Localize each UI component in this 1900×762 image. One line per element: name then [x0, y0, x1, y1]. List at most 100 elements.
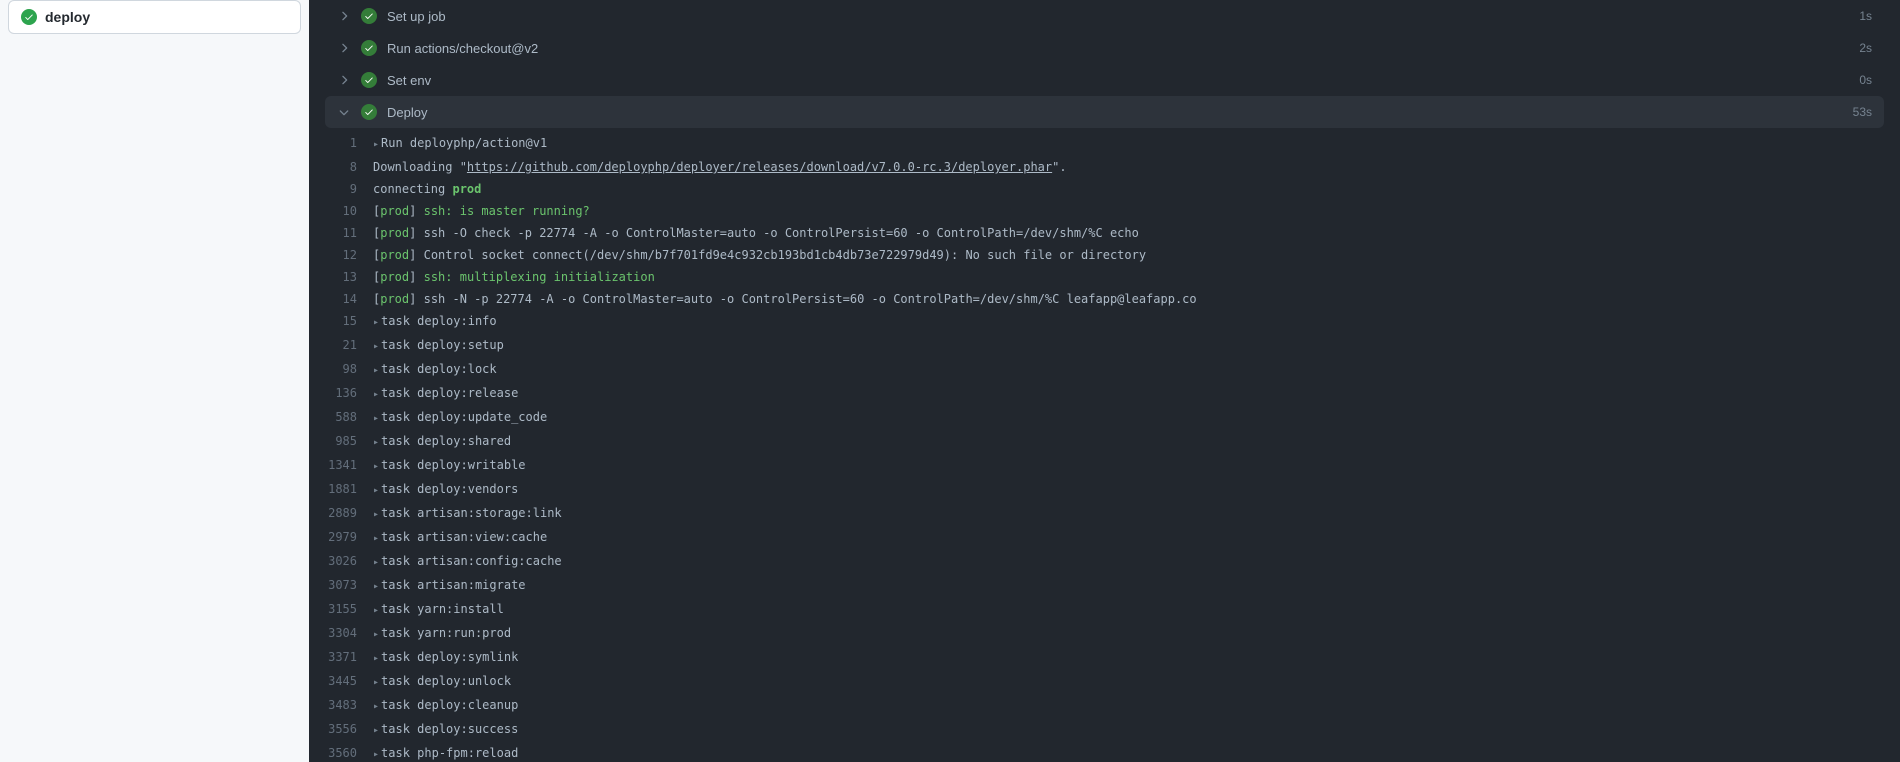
- chevron-right-icon: [337, 73, 351, 87]
- expand-triangle-icon: ▸: [373, 361, 379, 381]
- log-line: 14 [prod] ssh -N -p 22774 -A -o ControlM…: [325, 288, 1884, 310]
- step-duration: 2s: [1859, 41, 1872, 55]
- log-line: 12 [prod] Control socket connect(/dev/sh…: [325, 244, 1884, 266]
- log-line[interactable]: 3026▸task artisan:config:cache: [325, 550, 1884, 574]
- log-line: 11 [prod] ssh -O check -p 22774 -A -o Co…: [325, 222, 1884, 244]
- log-output: 1 ▸Run deployphp/action@v1 8 Downloading…: [325, 128, 1884, 762]
- line-number: 3304: [325, 623, 373, 645]
- log-line[interactable]: 136▸task deploy:release: [325, 382, 1884, 406]
- line-text: [prod] Control socket connect(/dev/shm/b…: [373, 245, 1884, 265]
- line-number: 12: [325, 245, 373, 265]
- line-number: 3371: [325, 647, 373, 669]
- log-line: 10 [prod] ssh: is master running?: [325, 200, 1884, 222]
- success-icon: [21, 9, 37, 25]
- line-text: ▸task artisan:storage:link: [373, 503, 1884, 525]
- log-line: 13 [prod] ssh: multiplexing initializati…: [325, 266, 1884, 288]
- step-duration: 1s: [1859, 9, 1872, 23]
- log-line: 9 connecting prod: [325, 178, 1884, 200]
- line-text: ▸task deploy:success: [373, 719, 1884, 741]
- expand-triangle-icon: ▸: [373, 553, 379, 573]
- line-text: ▸task deploy:setup: [373, 335, 1884, 357]
- line-number: 8: [325, 157, 373, 177]
- line-text: [prod] ssh: multiplexing initialization: [373, 267, 1884, 287]
- log-line[interactable]: 3445▸task deploy:unlock: [325, 670, 1884, 694]
- job-deploy[interactable]: deploy: [8, 0, 301, 34]
- line-text: connecting prod: [373, 179, 1884, 199]
- line-number: 3445: [325, 671, 373, 693]
- log-line[interactable]: 1 ▸Run deployphp/action@v1: [325, 132, 1884, 156]
- log-line[interactable]: 98▸task deploy:lock: [325, 358, 1884, 382]
- expand-triangle-icon: ▸: [373, 481, 379, 501]
- line-text: ▸task deploy:unlock: [373, 671, 1884, 693]
- step-label: Set env: [387, 73, 1849, 88]
- line-text: ▸task deploy:update_code: [373, 407, 1884, 429]
- success-icon: [361, 40, 377, 56]
- log-line[interactable]: 15▸task deploy:info: [325, 310, 1884, 334]
- step-label: Run actions/checkout@v2: [387, 41, 1849, 56]
- line-number: 3155: [325, 599, 373, 621]
- step-deploy[interactable]: Deploy 53s: [325, 96, 1884, 128]
- download-url[interactable]: https://github.com/deployphp/deployer/re…: [467, 160, 1052, 174]
- line-text: ▸Run deployphp/action@v1: [373, 133, 1884, 155]
- log-line[interactable]: 3371▸task deploy:symlink: [325, 646, 1884, 670]
- line-text: ▸task artisan:view:cache: [373, 527, 1884, 549]
- line-number: 98: [325, 359, 373, 381]
- expand-triangle-icon: ▸: [373, 135, 379, 155]
- line-text: [prod] ssh -N -p 22774 -A -o ControlMast…: [373, 289, 1884, 309]
- log-line[interactable]: 3155▸task yarn:install: [325, 598, 1884, 622]
- log-line[interactable]: 588▸task deploy:update_code: [325, 406, 1884, 430]
- log-line[interactable]: 1881▸task deploy:vendors: [325, 478, 1884, 502]
- log-line[interactable]: 3560▸task php-fpm:reload: [325, 742, 1884, 762]
- line-text: ▸task deploy:vendors: [373, 479, 1884, 501]
- log-line[interactable]: 3556▸task deploy:success: [325, 718, 1884, 742]
- expand-triangle-icon: ▸: [373, 625, 379, 645]
- step-set-env[interactable]: Set env 0s: [325, 64, 1884, 96]
- line-number: 14: [325, 289, 373, 309]
- line-text: ▸task deploy:cleanup: [373, 695, 1884, 717]
- line-number: 2889: [325, 503, 373, 525]
- expand-triangle-icon: ▸: [373, 577, 379, 597]
- line-number: 21: [325, 335, 373, 357]
- expand-triangle-icon: ▸: [373, 457, 379, 477]
- line-number: 15: [325, 311, 373, 333]
- line-number: 11: [325, 223, 373, 243]
- log-line[interactable]: 3304▸task yarn:run:prod: [325, 622, 1884, 646]
- expand-triangle-icon: ▸: [373, 409, 379, 429]
- line-text: ▸task yarn:run:prod: [373, 623, 1884, 645]
- line-number: 588: [325, 407, 373, 429]
- line-number: 2979: [325, 527, 373, 549]
- line-text: ▸task deploy:symlink: [373, 647, 1884, 669]
- success-icon: [361, 8, 377, 24]
- log-line[interactable]: 2979▸task artisan:view:cache: [325, 526, 1884, 550]
- line-text: [prod] ssh -O check -p 22774 -A -o Contr…: [373, 223, 1884, 243]
- step-setup-job[interactable]: Set up job 1s: [325, 0, 1884, 32]
- log-panel: Set up job 1s Run actions/checkout@v2 2s…: [309, 0, 1900, 762]
- expand-triangle-icon: ▸: [373, 505, 379, 525]
- log-line[interactable]: 3073▸task artisan:migrate: [325, 574, 1884, 598]
- log-line[interactable]: 2889▸task artisan:storage:link: [325, 502, 1884, 526]
- line-text: ▸task deploy:writable: [373, 455, 1884, 477]
- success-icon: [361, 104, 377, 120]
- step-duration: 0s: [1859, 73, 1872, 87]
- expand-triangle-icon: ▸: [373, 745, 379, 762]
- log-line[interactable]: 21▸task deploy:setup: [325, 334, 1884, 358]
- line-number: 1881: [325, 479, 373, 501]
- line-number: 136: [325, 383, 373, 405]
- line-text: ▸task deploy:lock: [373, 359, 1884, 381]
- line-text: ▸task deploy:release: [373, 383, 1884, 405]
- expand-triangle-icon: ▸: [373, 313, 379, 333]
- log-line[interactable]: 985▸task deploy:shared: [325, 430, 1884, 454]
- log-line[interactable]: 3483▸task deploy:cleanup: [325, 694, 1884, 718]
- line-number: 3073: [325, 575, 373, 597]
- log-line[interactable]: 1341▸task deploy:writable: [325, 454, 1884, 478]
- line-number: 1: [325, 133, 373, 155]
- line-text: ▸task artisan:config:cache: [373, 551, 1884, 573]
- expand-triangle-icon: ▸: [373, 649, 379, 669]
- expand-triangle-icon: ▸: [373, 721, 379, 741]
- line-text: ▸task deploy:shared: [373, 431, 1884, 453]
- step-duration: 53s: [1853, 105, 1872, 119]
- log-line: 8 Downloading "https://github.com/deploy…: [325, 156, 1884, 178]
- step-checkout[interactable]: Run actions/checkout@v2 2s: [325, 32, 1884, 64]
- expand-triangle-icon: ▸: [373, 673, 379, 693]
- expand-triangle-icon: ▸: [373, 529, 379, 549]
